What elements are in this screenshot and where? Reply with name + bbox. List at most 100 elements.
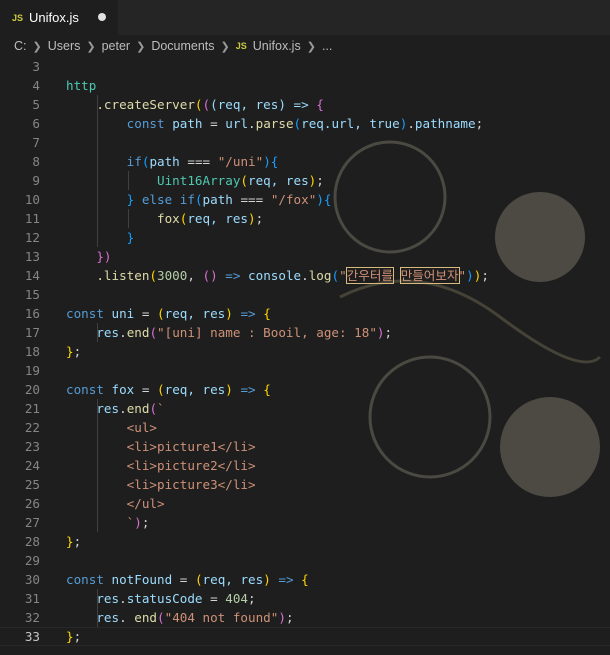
line-number: 19	[24, 363, 40, 378]
line-number: 23	[24, 439, 40, 454]
line-number: 7	[32, 135, 40, 150]
code-line: 20 const fox = (req, res) => {	[0, 380, 489, 399]
line-number: 12	[24, 230, 40, 245]
code-token: res	[96, 591, 120, 606]
code-line: 29	[0, 551, 489, 570]
code-token: path	[172, 116, 203, 131]
code-line: 30 const notFound = (req, res) => {	[0, 570, 489, 589]
code-token: 만들어보자	[399, 267, 460, 284]
code-line: 13 })	[0, 247, 489, 266]
line-number: 6	[32, 116, 40, 131]
line-number: 17	[24, 325, 40, 340]
code-token: path	[202, 192, 233, 207]
code-line: 32 res. end("404 not found");	[0, 608, 489, 627]
tab-title: Unifox.js	[29, 10, 79, 25]
code-token: const	[66, 382, 104, 397]
line-number: 18	[24, 344, 40, 359]
code-token: http	[66, 78, 97, 93]
code-token: end	[134, 610, 158, 625]
code-token: end	[126, 325, 150, 340]
code-token: end	[126, 401, 150, 416]
line-number: 13	[24, 249, 40, 264]
code-token: res	[96, 401, 120, 416]
code-editor[interactable]: 3 4 http 5 .createServer(((req, res) => {…	[0, 57, 610, 655]
code-token: console	[248, 268, 302, 283]
code-line: 17 res.end("[uni] name : Booil, age: 18"…	[0, 323, 489, 342]
code-line: 22 <ul>	[0, 418, 489, 437]
line-number: 29	[24, 553, 40, 568]
line-number: 15	[24, 287, 40, 302]
breadcrumb-file[interactable]: Unifox.js	[253, 39, 301, 53]
code-token: "	[339, 268, 347, 283]
line-number: 25	[24, 477, 40, 492]
code-token: </ul>	[126, 496, 165, 511]
code-token: "/uni"	[217, 154, 264, 169]
code-token: const	[66, 572, 104, 587]
code-token: 3000	[157, 268, 188, 283]
code-lines: 3 4 http 5 .createServer(((req, res) => {…	[0, 57, 489, 646]
code-token: <li>picture3</li>	[126, 477, 256, 492]
code-line: 33};	[0, 627, 489, 646]
code-token: req, res	[187, 211, 249, 226]
code-token: <li>picture1</li>	[126, 439, 256, 454]
breadcrumb-more[interactable]: ...	[322, 39, 332, 53]
breadcrumb-peter[interactable]: peter	[102, 39, 131, 53]
code-line: 31 res.statusCode = 404;	[0, 589, 489, 608]
chevron-right-icon: ❯	[32, 40, 42, 53]
chevron-right-icon: ❯	[220, 40, 230, 53]
line-number: 21	[24, 401, 40, 416]
unsaved-dot-icon[interactable]	[98, 13, 106, 21]
code-token: `	[157, 401, 165, 416]
code-line: 28};	[0, 532, 489, 551]
js-file-icon: JS	[235, 41, 247, 51]
code-line: 24 <li>picture2</li>	[0, 456, 489, 475]
chevron-right-icon: ❯	[136, 40, 146, 53]
code-token: pathname	[414, 116, 476, 131]
code-token: else	[141, 192, 173, 207]
code-token: req, res	[248, 173, 309, 188]
code-line: 12 }	[0, 228, 489, 247]
code-token: statusCode	[126, 591, 203, 606]
code-token: parse	[255, 116, 294, 131]
code-token: "	[458, 268, 467, 283]
code-token: if	[179, 192, 195, 207]
breadcrumb: C: ❯ Users ❯ peter ❯ Documents ❯ JS Unif…	[0, 35, 610, 57]
code-line: 3	[0, 57, 489, 76]
code-line: 21 res.end(`	[0, 399, 489, 418]
code-token: .createServer	[96, 97, 195, 112]
code-line: 4 http	[0, 76, 489, 95]
code-token: fox	[157, 211, 180, 226]
code-line: 26 </ul>	[0, 494, 489, 513]
line-number-active: 33	[24, 629, 40, 644]
code-line: 19	[0, 361, 489, 380]
chevron-right-icon: ❯	[306, 40, 316, 53]
code-line: 11 fox(req, res);	[0, 209, 489, 228]
line-number: 26	[24, 496, 40, 511]
code-line: 8 if(path === "/uni"){	[0, 152, 489, 171]
js-file-icon: JS	[12, 12, 24, 23]
code-token: Uint16Array	[157, 173, 241, 188]
breadcrumb-documents[interactable]: Documents	[151, 39, 214, 53]
code-token: 404	[225, 591, 249, 606]
code-token: uni	[111, 306, 135, 321]
code-token: if	[126, 154, 142, 169]
code-token: req, res	[202, 572, 264, 587]
code-token: "/fox"	[270, 192, 317, 207]
code-line: 23 <li>picture1</li>	[0, 437, 489, 456]
code-token: 간우터를	[345, 267, 395, 284]
breadcrumb-drive[interactable]: C:	[14, 39, 27, 53]
breadcrumb-users[interactable]: Users	[48, 39, 81, 53]
line-number: 8	[32, 154, 40, 169]
line-number: 11	[24, 211, 40, 226]
code-token: req, res	[164, 382, 226, 397]
tab-unifox-js[interactable]: JS Unifox.js	[0, 0, 118, 35]
line-number: 22	[24, 420, 40, 435]
code-token: res	[96, 610, 120, 625]
code-token: .listen	[96, 268, 150, 283]
code-token: "404 not found"	[164, 610, 279, 625]
tab-bar: JS Unifox.js	[0, 0, 610, 35]
code-line: 25 <li>picture3</li>	[0, 475, 489, 494]
code-line: 5 .createServer(((req, res) => {	[0, 95, 489, 114]
line-number: 9	[32, 173, 40, 188]
line-number: 28	[24, 534, 40, 549]
